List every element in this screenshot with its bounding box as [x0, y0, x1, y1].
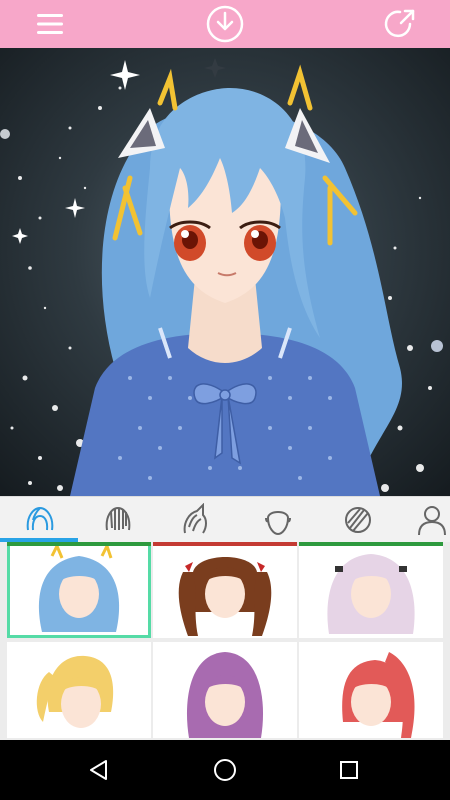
- back-button[interactable]: [74, 750, 124, 790]
- hair-preview: [327, 554, 415, 634]
- recents-icon: [340, 761, 358, 779]
- tab-hair[interactable]: [0, 497, 80, 543]
- home-button[interactable]: [200, 750, 250, 790]
- tab-face[interactable]: [238, 497, 318, 543]
- body-icon: [418, 506, 446, 536]
- hair-options-grid: [0, 542, 450, 740]
- top-toolbar: [0, 0, 450, 48]
- menu-icon: [37, 14, 63, 34]
- hair-preview: [186, 652, 264, 738]
- hair-option-4[interactable]: [7, 642, 151, 738]
- hair-option-6[interactable]: [299, 642, 443, 738]
- hair-option-3[interactable]: [299, 542, 443, 638]
- tab-back-hair[interactable]: [78, 497, 158, 543]
- hair-option-1[interactable]: [7, 542, 151, 638]
- share-button[interactable]: [378, 4, 422, 44]
- tag-bar: [299, 542, 443, 546]
- ear-accessory-icon: [183, 503, 207, 534]
- tab-hair-texture[interactable]: [318, 497, 398, 543]
- avatar-canvas[interactable]: [0, 48, 450, 496]
- hair-preview: [38, 542, 120, 632]
- hair-icon: [26, 506, 54, 531]
- system-navigation-bar: [0, 740, 450, 800]
- download-icon: [206, 5, 244, 43]
- hair-preview: [342, 652, 415, 738]
- share-icon: [384, 9, 415, 38]
- back-icon: [90, 760, 107, 780]
- face-icon: [265, 511, 291, 536]
- hair-option-5[interactable]: [153, 642, 297, 738]
- hair-preview: [36, 655, 114, 728]
- home-icon: [214, 759, 236, 781]
- hair-preview: [178, 557, 272, 636]
- recents-button[interactable]: [324, 750, 374, 790]
- save-button[interactable]: [203, 4, 247, 44]
- back-hair-icon: [105, 506, 131, 531]
- tab-body[interactable]: [392, 497, 450, 543]
- tag-bar: [153, 542, 297, 546]
- tag-bar: [7, 542, 151, 546]
- menu-button[interactable]: [28, 4, 72, 44]
- category-tabs: [0, 496, 450, 542]
- hair-texture-icon: [345, 507, 371, 533]
- hair-option-2[interactable]: [153, 542, 297, 638]
- tab-ears[interactable]: [156, 497, 236, 543]
- avatar-illustration: [0, 58, 443, 496]
